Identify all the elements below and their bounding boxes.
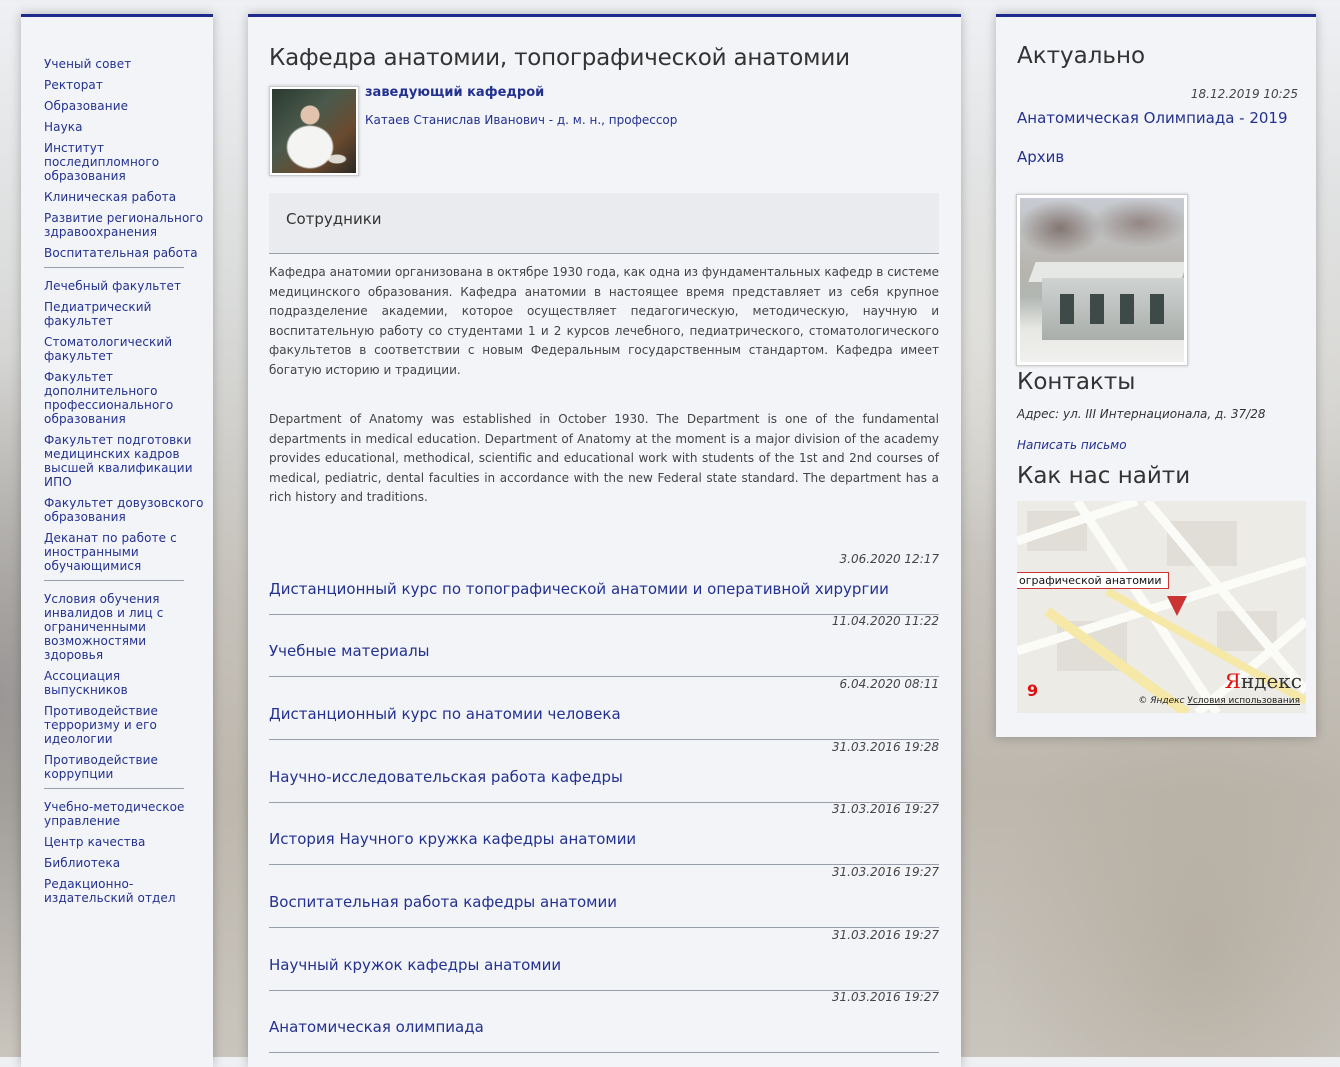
news-title-link[interactable]: Научный кружок кафедры анатомии [269,956,561,974]
left-nav-panel: Ученый совет Ректорат Образование Наука … [21,14,213,1067]
department-head-photo [269,86,359,176]
staff-label[interactable]: Сотрудники [286,210,382,228]
yandex-logo-letter: Я [1224,669,1241,693]
nav-item-educational-work[interactable]: Воспитательная работа [44,246,204,260]
news-title-link[interactable]: История Научного кружка кафедры анатомии [269,830,636,848]
nav-item-higher-qualification-faculty[interactable]: Факультет подготовки медицинских кадров … [44,433,204,489]
write-letter-link[interactable]: Написать письмо [1017,438,1127,452]
nav-item-academic-council[interactable]: Ученый совет [44,57,204,71]
nav-item-dental-faculty[interactable]: Стоматологический факультет [44,335,204,363]
map-copyright: © Яндекс Условия использования [1138,696,1300,706]
news-date: 11.04.2020 11:22 [831,614,939,628]
building-photo [1016,194,1188,366]
nav-item-pre-university-faculty[interactable]: Факультет довузовского образования [44,496,204,524]
news-title-link[interactable]: Воспитательная работа кафедры анатомии [269,893,617,911]
news-title-link[interactable]: Дистанционный курс по топографической ан… [269,580,889,598]
map-terms-link[interactable]: Условия использования [1187,696,1300,706]
map-marker-label[interactable]: ографической анатомии [1017,572,1169,589]
news-item: 31.03.2016 19:27 Воспитательная работа к… [269,865,939,928]
yandex-logo: Яндекс [1225,669,1302,693]
page-title: Кафедра анатомии, топографической анатом… [269,45,850,71]
nav-item-science[interactable]: Наука [44,120,204,134]
nav-item-education[interactable]: Образование [44,99,204,113]
news-title-link[interactable]: Анатомическая олимпиада [269,1018,484,1036]
nav-item-rectorate[interactable]: Ректорат [44,78,204,92]
yandex-pin-icon: 9 [1027,681,1039,700]
nav-item-postgrad-institute[interactable]: Институт последипломного образования [44,141,204,183]
description-en: Department of Anatomy was established in… [269,412,939,504]
news-title-link[interactable]: Научно-исследовательская работа кафедры [269,768,623,786]
nav-item-medical-faculty[interactable]: Лечебный факультет [44,279,204,293]
nav-item-disability-conditions[interactable]: Условия обучения инвалидов и лиц с огран… [44,592,204,662]
news-item: 31.03.2016 19:27 Анатомическая олимпиада [269,990,939,1053]
news-date: 31.03.2016 19:27 [831,990,939,1004]
news-date: 31.03.2016 19:27 [831,928,939,942]
nav-item-regional-healthcare[interactable]: Развитие регионального здравоохранения [44,211,204,239]
news-item: 31.03.2016 19:27 Научный кружок кафедры … [269,928,939,991]
address-text: Адрес: ул. III Интернационала, д. 37/28 [1017,407,1266,421]
nav-divider [44,788,184,789]
head-role-link[interactable]: заведующий кафедрой [365,85,544,100]
staff-section[interactable]: Сотрудники [269,193,939,254]
actual-date: 18.12.2019 10:25 [1190,87,1298,101]
nav-item-clinical-work[interactable]: Клиническая работа [44,190,204,204]
news-title-link[interactable]: Дистанционный курс по анатомии человека [269,705,621,723]
news-item: 31.03.2016 19:28 Научно-исследовательска… [269,740,939,803]
nav-item-library[interactable]: Библиотека [44,856,204,870]
nav-divider [44,267,184,268]
news-item: 31.03.2016 19:27 История Научного кружка… [269,802,939,865]
nav-item-methodical-department[interactable]: Учебно-методическое управление [44,800,204,828]
map-copyright-text: © Яндекс [1138,696,1185,706]
nav-item-additional-education-faculty[interactable]: Факультет дополнительного профессиональн… [44,370,204,426]
find-us-heading: Как нас найти [1017,463,1191,489]
news-date: 3.06.2020 12:17 [839,552,939,566]
main-content-panel: Кафедра анатомии, топографической анатом… [248,14,961,1067]
archive-link[interactable]: Архив [1017,148,1064,166]
head-name-link[interactable]: Катаев Станислав Иванович - д. м. н., пр… [365,113,677,127]
description-ru: Кафедра анатомии организована в октябре … [269,265,939,377]
nav-item-alumni-association[interactable]: Ассоциация выпускников [44,669,204,697]
main-nav: Ученый совет Ректорат Образование Наука … [44,57,204,912]
news-date: 31.03.2016 19:28 [831,740,939,754]
nav-item-publishing-department[interactable]: Редакционно-издательский отдел [44,877,204,905]
nav-item-foreign-students-dean[interactable]: Деканат по работе с иностранными обучающ… [44,531,204,573]
nav-item-counter-terrorism[interactable]: Противодействие терроризму и его идеолог… [44,704,204,746]
news-item: 3.06.2020 12:17 Дистанционный курс по то… [269,552,939,615]
yandex-logo-rest: ндекс [1240,669,1302,693]
right-sidebar-panel: Актуально 18.12.2019 10:25 Анатомическая… [996,14,1316,737]
nav-item-anti-corruption[interactable]: Противодействие коррупции [44,753,204,781]
nav-divider [44,580,184,581]
news-item: 11.04.2020 11:22 Учебные материалы [269,614,939,677]
actual-heading: Актуально [1017,43,1146,69]
contacts-heading: Контакты [1017,369,1136,395]
news-title-link[interactable]: Учебные материалы [269,642,430,660]
nav-item-quality-center[interactable]: Центр качества [44,835,204,849]
olympiad-2019-link[interactable]: Анатомическая Олимпиада - 2019 [1017,109,1288,127]
news-item: 6.04.2020 08:11 Дистанционный курс по ан… [269,677,939,740]
news-date: 6.04.2020 08:11 [839,677,939,691]
news-date: 31.03.2016 19:27 [831,865,939,879]
news-date: 31.03.2016 19:27 [831,802,939,816]
yandex-map[interactable]: ографической анатомии 9 Яндекс © Яндекс … [1017,501,1306,713]
nav-item-pediatric-faculty[interactable]: Педиатрический факультет [44,300,204,328]
